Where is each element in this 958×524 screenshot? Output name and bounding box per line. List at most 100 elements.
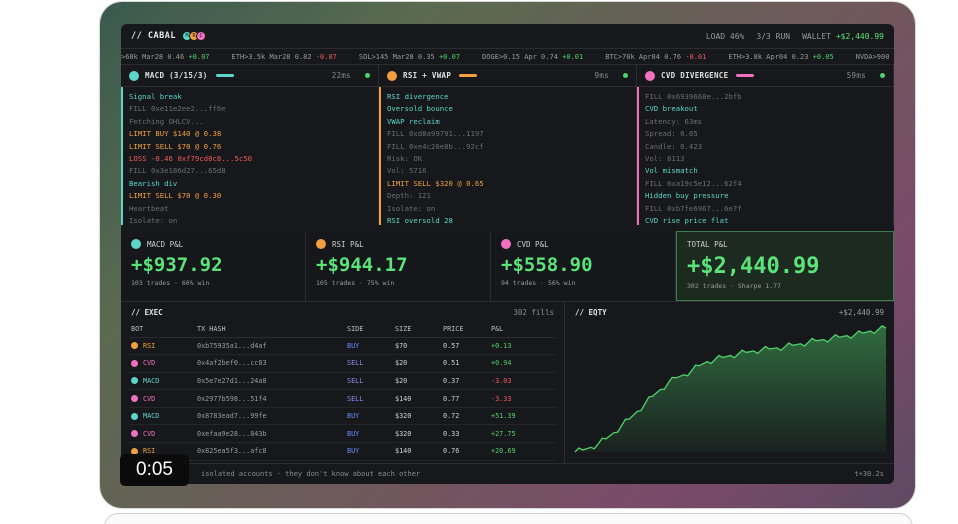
pnl-cell: +27.75: [489, 424, 555, 444]
device-frame: // CABAL M R C LOAD 46% 3/3 RUN WALLET +…: [100, 2, 915, 508]
table-row[interactable]: CVD 0xefaa9e28...843b BUY $320 0.33 +27.75: [129, 424, 555, 444]
ticker-delta: -0.01: [685, 53, 707, 61]
log-line: FILL 0xe4c26e8b...92cf: [387, 141, 484, 151]
side-cell: BUY: [345, 424, 393, 444]
equity-area: [575, 325, 886, 452]
ticker-delta: +0.05: [812, 53, 834, 61]
ticker-delta: +0.07: [438, 53, 461, 61]
log-line: Bearish div: [129, 178, 178, 188]
log-line: LIMIT BUY $140 @ 0.38: [129, 129, 222, 139]
rsi-badge-icon: [387, 70, 397, 81]
bot-name: CVD: [143, 429, 156, 438]
bot-cell-inner: CVD: [131, 359, 195, 367]
activity-bar: [736, 74, 755, 77]
bot-name: RSI: [143, 341, 156, 350]
ticker-text: ETH>3.5k Mar28 0.82: [231, 53, 312, 61]
ticker-item: DOGE>0.15 Apr 0.74 +0.01: [482, 53, 583, 61]
log-line: Signal break: [129, 92, 182, 101]
ticker-text: BTC>70k Apr04 0.76: [605, 53, 682, 61]
exec-fills-count: 302 fills: [513, 307, 554, 317]
pnl-value: +$937.92: [131, 254, 223, 276]
brand-title: // CABAL: [131, 31, 176, 41]
log-line: Latency: 63ms: [645, 116, 703, 126]
equity-title: // EQTY: [575, 307, 607, 317]
bot-name: CVD: [143, 359, 156, 368]
panel-latency: 22ms: [331, 71, 351, 80]
pnl-card: CVD P&L +$558.90 94 trades · 56% win: [491, 231, 676, 301]
bot-panel: CVD DIVERGENCE 59ms FILL 0x6939668e...2bfb…: [637, 65, 894, 225]
size-cell: $320: [393, 407, 441, 426]
bot-cell-inner: MACD: [131, 412, 195, 420]
side-cell: BUY: [345, 337, 393, 356]
bot-cell-inner: RSI: [131, 342, 195, 350]
bot-dots: M R C: [181, 31, 206, 41]
tx-hash[interactable]: 0x5e7e27d1...24a8: [195, 372, 345, 391]
pnl-label: TOTAL P&L: [687, 240, 728, 249]
pnl-subtext: 302 trades · Sharpe 1.77: [687, 282, 781, 290]
log-line: Risk: OK: [387, 154, 423, 164]
footer-note: isolated accounts · they don't know abou…: [201, 470, 421, 478]
ticker-text: SOL>145 Mar28 0.35: [358, 53, 435, 61]
side-cell: SELL: [345, 354, 393, 373]
ticker-item: >68k Mar28 0.46 +0.07: [121, 53, 210, 61]
log-line: Isolate: on: [129, 216, 178, 225]
pnl-label: RSI P&L: [332, 239, 364, 249]
market-ticker: >68k Mar28 0.46 +0.07 ETH>3.5k Mar28 0.82…: [121, 49, 894, 65]
wallet-label: WALLET: [802, 31, 831, 41]
bot-cell: MACD: [129, 407, 195, 426]
equity-section: // EQTY +$2,440.99: [565, 301, 894, 463]
table-row[interactable]: RSI 0x825ea5f3...afc8 BUY $140 0.76 +20.69: [129, 442, 555, 461]
side-cell: BUY: [345, 442, 393, 461]
top-bar: // CABAL M R C LOAD 46% 3/3 RUN WALLET +…: [121, 24, 894, 49]
run-status: 3/3 RUN: [756, 31, 791, 41]
pnl-subtext: 103 trades · 60% win: [131, 279, 210, 287]
pnl-row: MACD P&L +$937.92 103 trades · 60% win RSI …: [121, 231, 894, 301]
tx-hash[interactable]: 0xefaa9e28...843b: [195, 424, 345, 444]
tx-hash[interactable]: 0xb75935a1...d4af: [195, 337, 345, 356]
bot-icon: [131, 412, 138, 420]
bot-panel: RSI + VWAP 9ms RSI divergence Oversold boun…: [379, 65, 637, 225]
panel-log: RSI divergence Oversold bounce VWAP reclai…: [379, 87, 636, 225]
tx-hash[interactable]: 0x4af2bef0...cc03: [195, 354, 345, 373]
ticker-item: BTC>70k Apr04 0.76 -0.01: [605, 53, 706, 61]
next-card-edge: [104, 513, 913, 524]
pnl-value: +$944.17: [316, 254, 408, 276]
panel-header: CVD DIVERGENCE 59ms: [637, 65, 893, 87]
bot-icon: [131, 395, 138, 403]
tx-hash[interactable]: 0x8783ead7...99fe: [195, 407, 345, 426]
cvd-badge-icon: [645, 70, 655, 81]
table-row[interactable]: MACD 0x5e7e27d1...24a8 SELL $20 0.37 -3.03: [129, 372, 555, 391]
ticker-delta: +0.07: [188, 53, 210, 61]
price-cell: 0.72: [441, 407, 489, 426]
activity-bar: [215, 74, 234, 77]
log-line: Heartbeat: [129, 203, 169, 213]
ticker-item: NVDA>900: [856, 53, 890, 61]
panel-latency: 9ms: [594, 71, 609, 80]
pnl-card: MACD P&L +$937.92 103 trades · 60% win: [121, 231, 306, 301]
table-row[interactable]: MACD 0x8783ead7...99fe BUY $320 0.72 +51.39: [129, 407, 555, 426]
cvd-dot-icon: C: [195, 31, 206, 41]
macd-pnl-icon: [131, 239, 141, 249]
panel-title: MACD (3/15/3): [145, 71, 208, 80]
table-row[interactable]: CVD 0x4af2bef0...cc03 SELL $20 0.51 +0.94: [129, 354, 555, 373]
table-row[interactable]: CVD 0x2977b598...51f4 SELL $140 0.77 -3.33: [129, 389, 555, 408]
log-line: FILL 0xd8a99791...1197: [387, 129, 484, 139]
bot-icon: [131, 377, 138, 385]
table-row[interactable]: RSI 0xb75935a1...d4af BUY $70 0.57 +0.13: [129, 337, 555, 356]
log-line: Vol: 8113: [645, 154, 685, 164]
log-line: Hidden buy pressure: [645, 191, 729, 201]
footer-elapsed: t+30.2s: [854, 470, 884, 478]
log-line: CVD breakout: [645, 104, 698, 114]
live-indicator-icon: [365, 73, 370, 78]
bot-panels: MACD (3/15/3) 22ms Signal break FILL 0xe11e…: [121, 65, 894, 225]
bot-cell: CVD: [129, 424, 195, 444]
side-cell: SELL: [345, 372, 393, 391]
column-header: BOT: [129, 322, 195, 338]
video-timestamp[interactable]: 0:05: [120, 454, 189, 486]
pnl-cell: +20.69: [489, 442, 555, 461]
tx-hash[interactable]: 0x825ea5f3...afc8: [195, 442, 345, 461]
tx-hash[interactable]: 0x2977b598...51f4: [195, 389, 345, 408]
log-line: FILL 0xe11e2ee2...ff6e: [129, 104, 226, 114]
size-cell: $20: [393, 372, 441, 391]
pnl-subtext: 105 trades · 75% win: [316, 279, 395, 287]
